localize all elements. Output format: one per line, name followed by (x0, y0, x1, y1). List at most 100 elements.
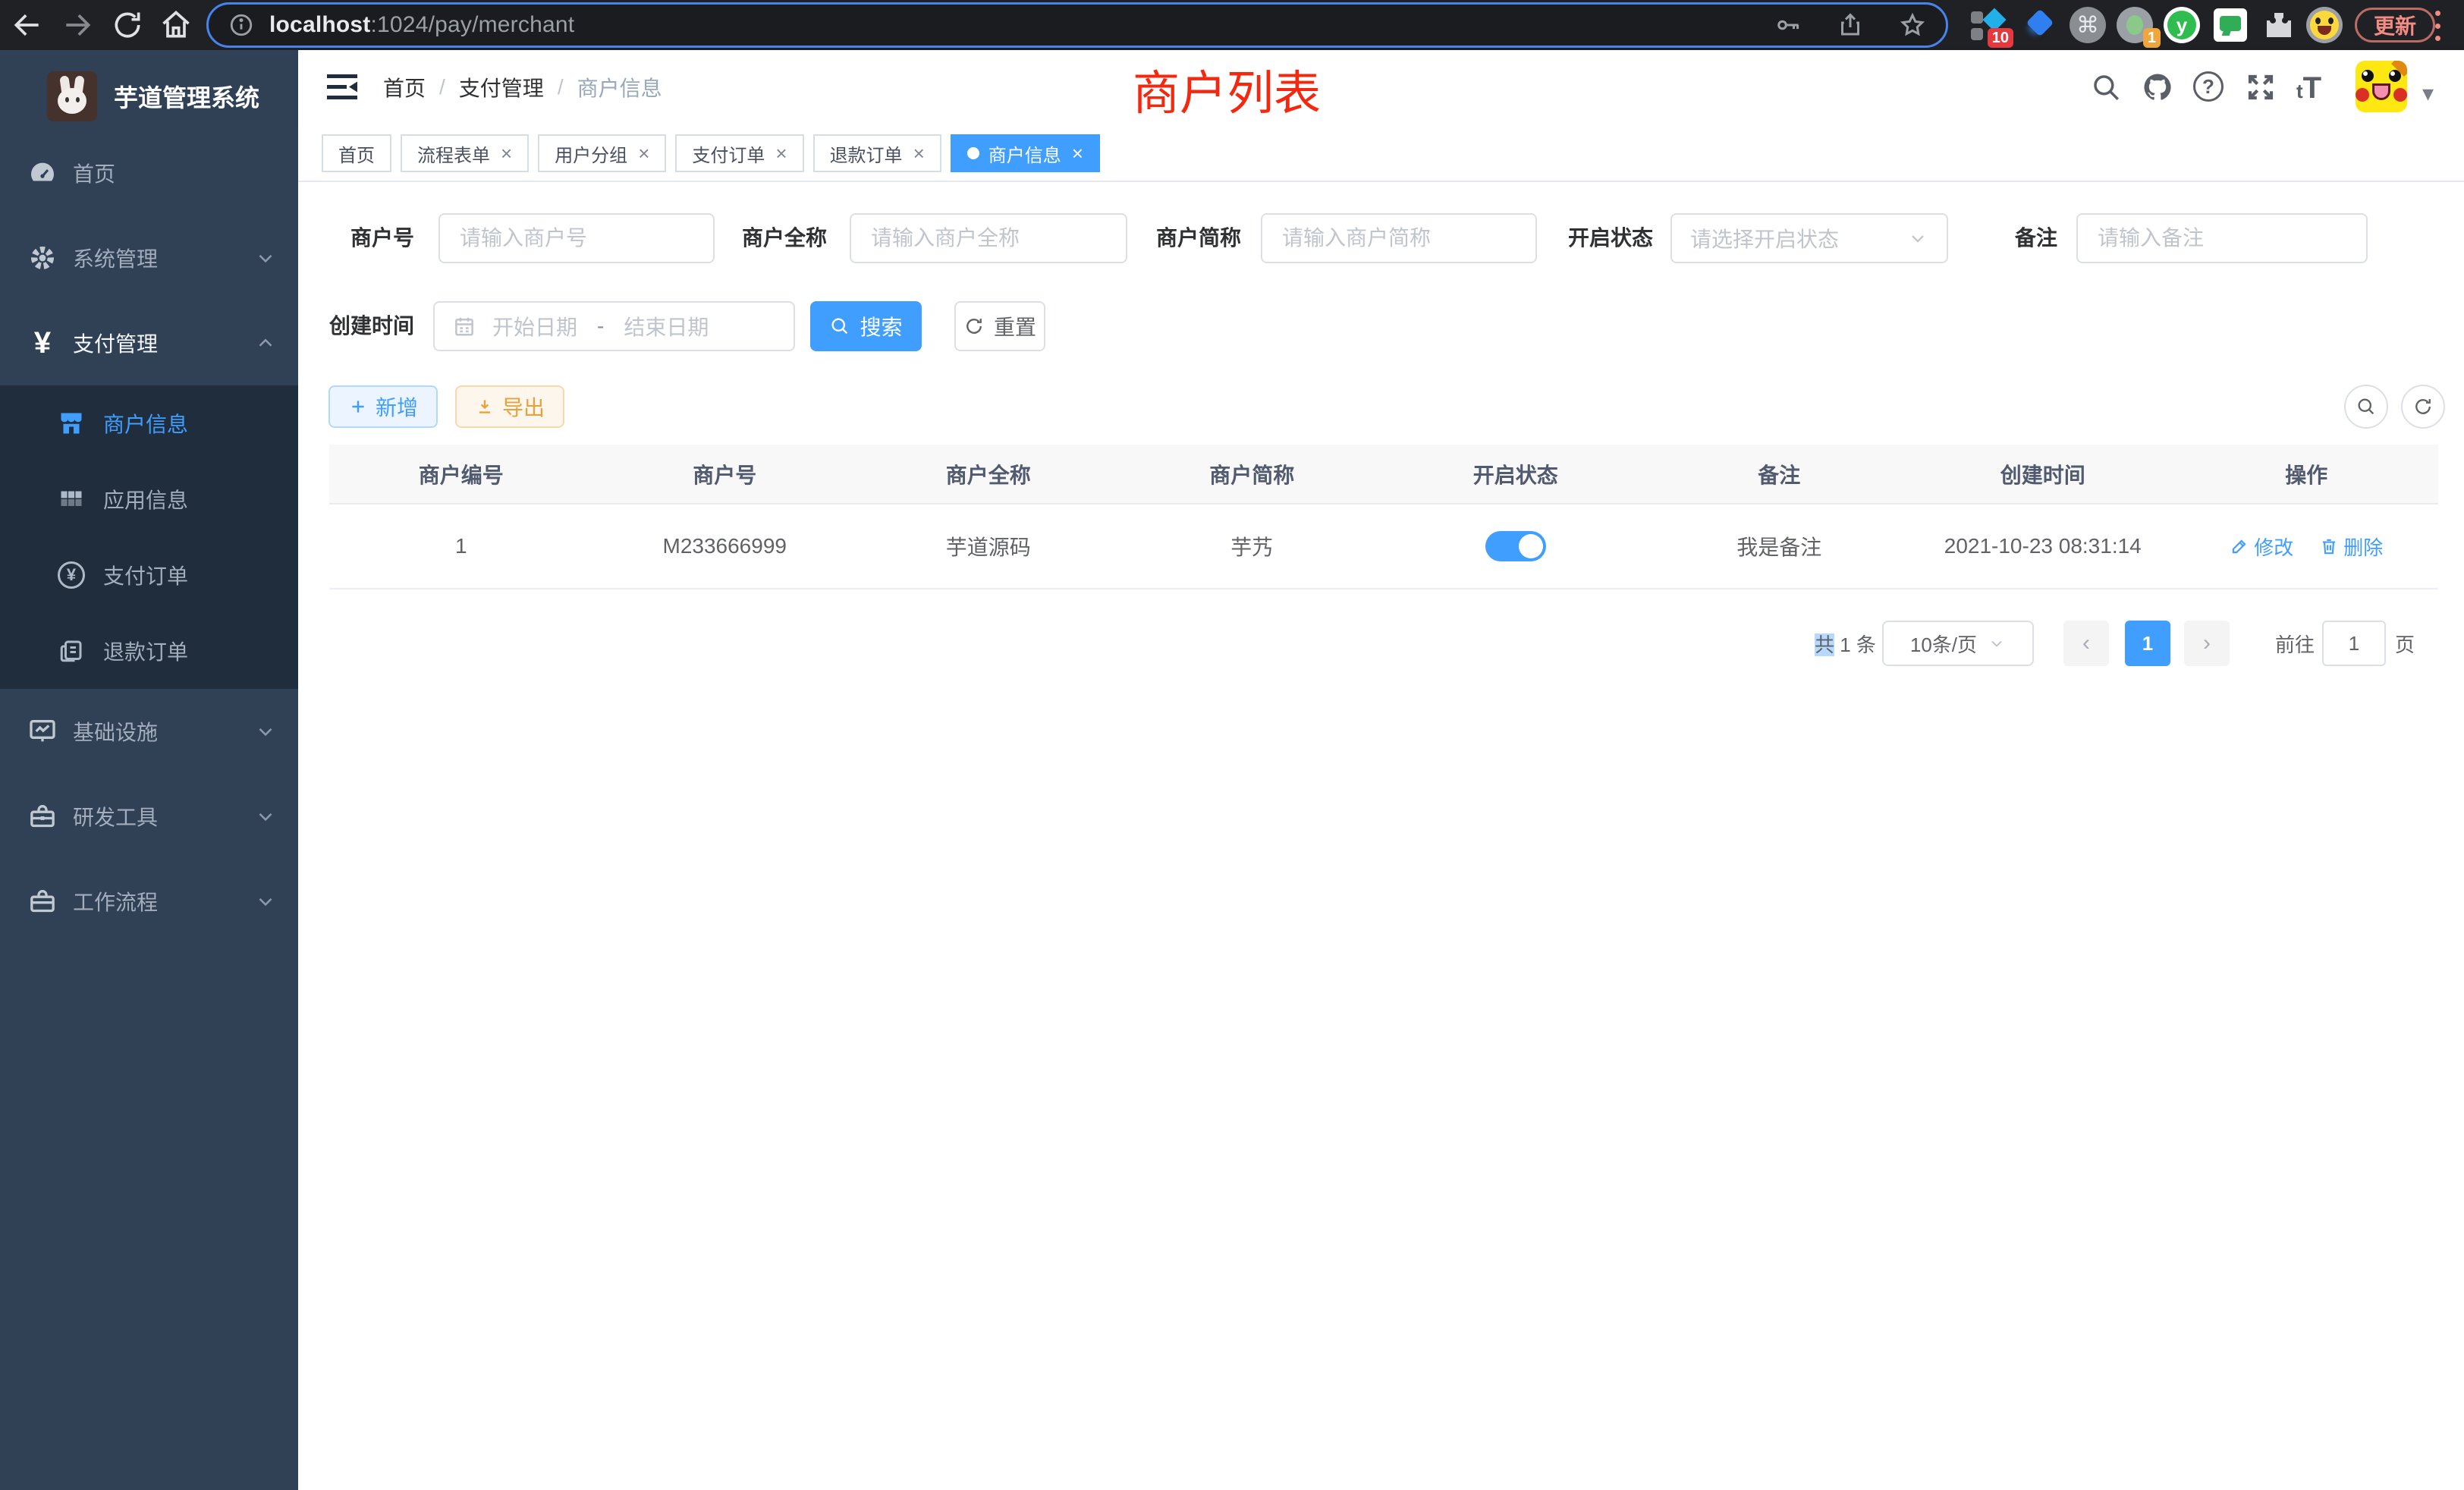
browser-profile-avatar[interactable] (2306, 7, 2343, 43)
sidebar-collapse-button[interactable] (325, 72, 359, 102)
sidebar-item-infra[interactable]: 基础设施 (0, 689, 298, 774)
document-copy-icon (58, 637, 85, 665)
sidebar-item-system[interactable]: 系统管理 (0, 215, 298, 300)
sidebar-item-label: 支付订单 (103, 560, 188, 590)
fullscreen-icon[interactable] (2245, 71, 2277, 103)
sidebar: 芋道管理系统 首页 系统管理 ¥ 支付管理 商户信息 应用信息 ¥ 支付订单 退… (0, 50, 298, 1490)
refresh-icon (2412, 396, 2434, 417)
remark-input[interactable] (2076, 213, 2368, 263)
prev-page-button[interactable]: ‹ (2063, 621, 2109, 666)
address-bar[interactable]: localhost:1024/pay/merchant (206, 2, 1948, 48)
browser-forward-button[interactable] (61, 8, 94, 42)
pencil-icon (2230, 536, 2249, 556)
extension-yudao-icon[interactable]: y (2164, 7, 2200, 43)
user-avatar[interactable] (2356, 61, 2407, 112)
tab-label: 流程表单 (417, 140, 490, 167)
hide-search-button[interactable] (2344, 385, 2388, 429)
profile-circle (2306, 7, 2343, 43)
chrome-update-button[interactable]: 更新 (2355, 8, 2435, 42)
label-full-name: 商户全称 (733, 213, 827, 263)
home-icon (159, 8, 193, 42)
help-icon[interactable]: ? (2193, 71, 2224, 102)
bookmark-star-icon[interactable] (1899, 11, 1926, 39)
extension-tasks-icon[interactable]: 10 (1969, 7, 2006, 43)
col-full-name: 商户全称 (856, 445, 1120, 503)
export-button[interactable]: 导出 (455, 385, 564, 428)
chevron-down-icon (254, 720, 277, 743)
tab-home[interactable]: 首页 (322, 134, 391, 172)
delete-link[interactable]: 删除 (2319, 533, 2383, 561)
full-name-input[interactable] (850, 213, 1127, 263)
site-info-icon[interactable] (228, 12, 254, 38)
page-number-1[interactable]: 1 (2125, 621, 2170, 666)
goto-label: 前往 (2275, 630, 2315, 658)
search-button[interactable]: 搜索 (810, 301, 922, 351)
extensions-puzzle-icon[interactable] (2261, 7, 2297, 43)
tab-close-icon[interactable]: × (775, 143, 787, 163)
tab-merchant-info[interactable]: 商户信息 × (951, 134, 1100, 172)
sidebar-item-merchant-info[interactable]: 商户信息 (0, 385, 298, 461)
browser-menu-button[interactable] (2435, 11, 2443, 41)
browser-back-button[interactable] (11, 8, 44, 42)
avatar-dropdown-caret[interactable]: ▾ (2422, 80, 2434, 107)
breadcrumb-home[interactable]: 首页 (383, 72, 426, 102)
merchant-table: 商户编号 商户号 商户全称 商户简称 开启状态 备注 创建时间 操作 1 M23… (329, 445, 2438, 589)
label-short-name: 商户简称 (1147, 213, 1241, 263)
tab-label: 商户信息 (988, 140, 1061, 167)
reset-button[interactable]: 重置 (954, 301, 1045, 351)
tab-close-icon[interactable]: × (1072, 143, 1083, 163)
reload-icon (111, 8, 144, 42)
tab-close-icon[interactable]: × (638, 143, 649, 163)
tab-user-group[interactable]: 用户分组 × (538, 134, 666, 172)
tab-process-form[interactable]: 流程表单 × (401, 134, 529, 172)
github-icon[interactable] (2142, 71, 2173, 103)
sidebar-item-label: 系统管理 (73, 243, 158, 273)
merchant-no-input[interactable] (438, 213, 715, 263)
sidebar-item-app-info[interactable]: 应用信息 (0, 461, 298, 537)
sidebar-logo[interactable]: 芋道管理系统 (0, 50, 298, 123)
extension-gem-icon[interactable] (2021, 7, 2057, 43)
browser-home-button[interactable] (159, 8, 193, 42)
sidebar-item-home[interactable]: 首页 (0, 130, 298, 215)
goto-page-input[interactable] (2322, 621, 2386, 666)
sidebar-item-devtool[interactable]: 研发工具 (0, 774, 298, 859)
tab-label: 退款订单 (830, 140, 903, 167)
extension-chat-icon[interactable] (2212, 7, 2249, 43)
total-rest: 1 条 (1834, 633, 1876, 656)
password-key-icon[interactable] (1774, 11, 1802, 39)
date-start-placeholder: 开始日期 (492, 311, 577, 341)
search-icon[interactable] (2090, 71, 2122, 103)
sidebar-item-refund-order[interactable]: 退款订单 (0, 613, 298, 689)
status-select[interactable]: 请选择开启状态 (1670, 213, 1948, 263)
tab-pay-order[interactable]: 支付订单 × (675, 134, 803, 172)
ext-square-icon (1971, 28, 1983, 40)
extension-recorder-icon[interactable]: 1 (2117, 7, 2153, 43)
tab-label: 支付订单 (692, 140, 765, 167)
chevron-down-icon (1907, 228, 1928, 249)
browser-reload-button[interactable] (111, 8, 144, 42)
reset-button-label: 重置 (994, 311, 1036, 341)
next-page-button[interactable]: › (2184, 621, 2230, 666)
page-annotation-title: 商户列表 (1133, 55, 1321, 123)
page-size-select[interactable]: 10条/页 (1882, 621, 2034, 666)
add-button[interactable]: 新增 (328, 385, 438, 428)
tab-close-icon[interactable]: × (501, 143, 512, 163)
font-size-icon[interactable]: tT (2296, 73, 2321, 106)
sidebar-item-pay[interactable]: ¥ 支付管理 (0, 300, 298, 385)
sidebar-item-pay-order[interactable]: ¥ 支付订单 (0, 537, 298, 613)
extension-command-icon[interactable]: ⌘ (2070, 7, 2106, 43)
share-icon[interactable] (1837, 11, 1864, 39)
briefcase-icon (27, 886, 58, 916)
tab-label: 用户分组 (555, 140, 627, 167)
breadcrumb-pay[interactable]: 支付管理 (459, 72, 544, 102)
sidebar-item-workflow[interactable]: 工作流程 (0, 859, 298, 944)
edit-link[interactable]: 修改 (2230, 533, 2293, 561)
tab-close-icon[interactable]: × (913, 143, 925, 163)
puzzle-icon (2261, 7, 2297, 43)
refresh-table-button[interactable] (2401, 385, 2445, 429)
short-name-input[interactable] (1261, 213, 1537, 263)
date-range-picker[interactable]: 开始日期 - 结束日期 (433, 301, 795, 351)
tab-refund-order[interactable]: 退款订单 × (813, 134, 941, 172)
logo-rabbit-avatar (47, 71, 97, 121)
status-toggle[interactable] (1485, 531, 1546, 561)
